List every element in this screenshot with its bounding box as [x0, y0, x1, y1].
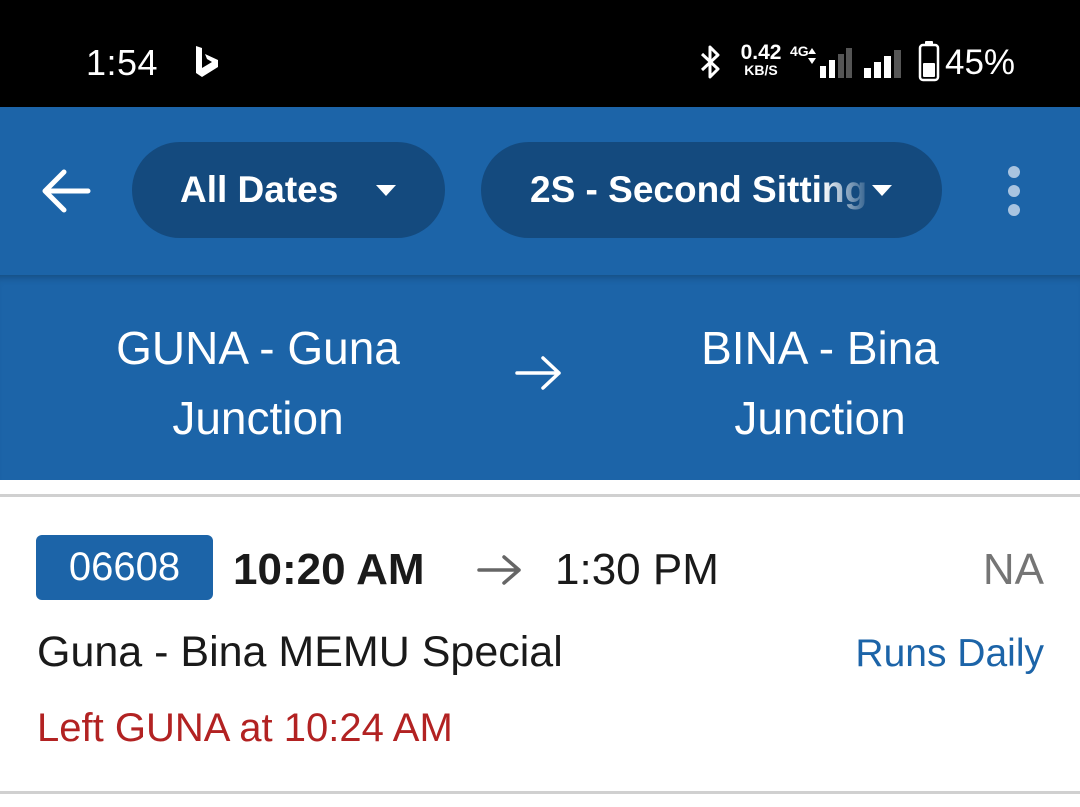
toolbar: All Dates 2S - Second Sitting: [0, 107, 1080, 275]
network-speed-unit: KB/S: [744, 62, 778, 78]
network-speed-value: 0.42: [740, 41, 782, 64]
arrival-time: 1:30 PM: [555, 545, 719, 594]
train-name: Guna - Bina MEMU Special: [37, 628, 563, 676]
battery-percent: 45%: [945, 43, 1016, 82]
signal-strength-icon: [864, 50, 901, 78]
class-filter-label: 2S - Second Sitting: [530, 169, 868, 210]
availability-status: NA: [982, 545, 1044, 594]
arrow-left-icon: [42, 169, 91, 213]
network-speed: 0.42 KB/S: [732, 42, 790, 77]
route-header: GUNA - Guna Junction BINA - Bina Junctio…: [0, 275, 1080, 480]
back-button[interactable]: [34, 159, 98, 223]
dropdown-caret-icon: [376, 184, 396, 196]
arrow-right-icon: [477, 555, 521, 585]
status-time: 1:54: [86, 42, 159, 83]
dropdown-caret-icon: [872, 184, 892, 196]
live-running-status: Left GUNA at 10:24 AM: [37, 706, 453, 750]
origin-station: GUNA - Guna Junction: [116, 322, 400, 444]
departure-time: 10:20 AM: [233, 545, 425, 594]
class-filter-dropdown[interactable]: 2S - Second Sitting: [481, 142, 942, 238]
battery-icon: [918, 41, 940, 82]
train-list-item[interactable]: 06608 10:20 AM 1:30 PM NA Guna - Bina ME…: [0, 497, 1080, 791]
run-days-link[interactable]: Runs Daily: [855, 627, 1044, 681]
train-number-badge[interactable]: 06608: [36, 535, 213, 600]
date-filter-label: All Dates: [180, 169, 339, 210]
signal-strength-icon: [808, 48, 852, 78]
bing-icon: [196, 46, 218, 77]
status-bar: 1:54 0.42 KB/S 4G 45%: [0, 0, 1080, 107]
more-options-button[interactable]: [990, 159, 1038, 223]
arrow-right-icon: [515, 356, 561, 390]
destination-station: BINA - Bina Junction: [701, 322, 939, 444]
date-filter-dropdown[interactable]: All Dates: [132, 142, 445, 238]
more-vertical-icon: [1008, 166, 1020, 178]
bluetooth-icon: [700, 45, 720, 79]
divider: [0, 791, 1080, 794]
